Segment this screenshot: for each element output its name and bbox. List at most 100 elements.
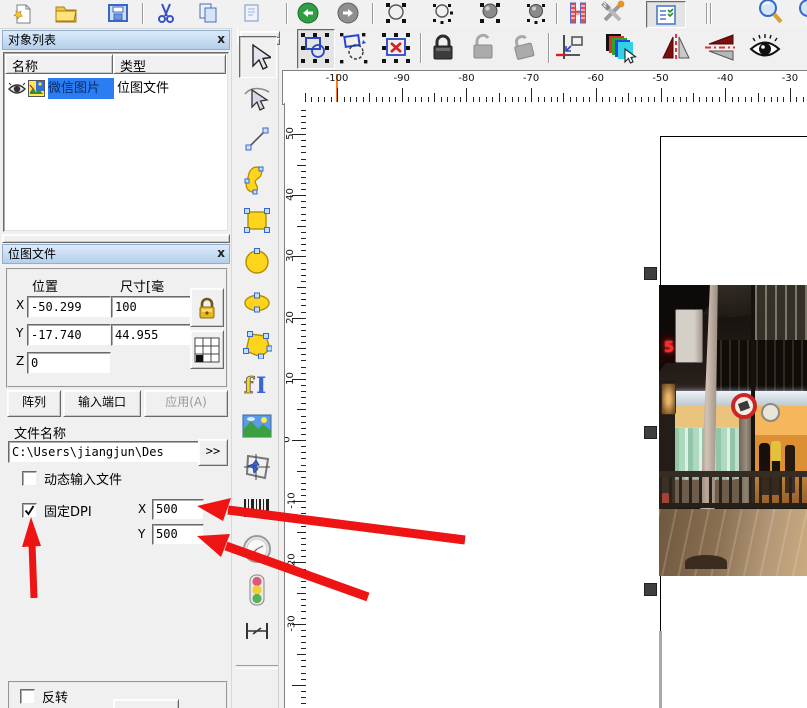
column-header-name[interactable]: 名称	[5, 54, 113, 74]
selection-handle-top-left[interactable]	[644, 267, 657, 280]
select-mode-button[interactable]	[297, 29, 335, 69]
photo-fence-bars	[659, 477, 807, 505]
cut-button[interactable]	[148, 0, 184, 32]
input-port-button[interactable]: 输入端口	[63, 390, 141, 417]
ellipse-tool-button[interactable]	[239, 283, 275, 323]
lock-ratio-button[interactable]	[190, 288, 224, 327]
polygon-tool-button[interactable]	[239, 324, 275, 364]
ellipse-tool-icon	[242, 292, 272, 314]
mirror-vertical-button[interactable]	[702, 29, 738, 67]
new-document-button[interactable]	[4, 0, 40, 32]
main-toolbar	[0, 0, 807, 29]
circle-tool-button[interactable]	[239, 242, 275, 282]
bitmap-panel-close-icon[interactable]: x	[217, 246, 225, 260]
unlock-all-button[interactable]	[505, 29, 541, 67]
line-tool-icon	[244, 126, 270, 152]
object-list-toggle-icon	[655, 4, 677, 26]
zoom-partial-icon	[795, 0, 807, 27]
v-ruler-label: 0	[284, 436, 293, 442]
photo-electric-box	[675, 309, 703, 363]
page-border-left-lower	[659, 631, 662, 708]
toolbar-separator	[420, 33, 421, 63]
barcode-tool-button[interactable]	[239, 488, 275, 528]
node-outline-dots-icon	[429, 0, 455, 26]
open-folder-button[interactable]	[48, 0, 84, 32]
dpi-y-field[interactable]: 500	[152, 524, 204, 545]
text-tool-button[interactable]: fI	[239, 365, 275, 405]
edit-toolbar	[236, 28, 807, 69]
bitmap-panel-titlebar[interactable]: 位图文件 x	[2, 244, 230, 264]
object-list-close-icon[interactable]: x	[217, 32, 225, 46]
polygon-tool-icon	[242, 329, 272, 359]
rotate-mode-button[interactable]	[336, 29, 372, 67]
save-button[interactable]	[100, 0, 136, 32]
node-edit-tool-button[interactable]	[239, 78, 275, 118]
preview-eye-icon	[748, 31, 782, 65]
svg-text:f: f	[244, 373, 255, 399]
preview-eye-button[interactable]	[747, 29, 783, 67]
dimension-tool-button[interactable]	[239, 611, 275, 651]
anchor-point-button[interactable]	[190, 330, 224, 369]
dpi-x-field[interactable]: 500	[152, 499, 204, 520]
panel-splitter[interactable]	[2, 234, 230, 243]
object-list[interactable]: 名称 类型 微信图片 位图文件	[3, 52, 229, 232]
mirror-horizontal-button[interactable]	[658, 29, 694, 67]
object-list-titlebar[interactable]: 对象列表 x	[2, 30, 230, 50]
v-ruler: 50403020100-10-20-30	[284, 103, 308, 708]
invert-partial-button[interactable]	[113, 699, 179, 708]
stripe-h-icon	[565, 0, 591, 26]
select-tool-button[interactable]	[239, 36, 277, 78]
dynamic-input-checkbox[interactable]	[22, 471, 37, 486]
copy-button[interactable]	[190, 0, 226, 32]
x-position-field[interactable]: -50.299	[27, 296, 111, 318]
dpi-x-label: X	[138, 502, 146, 516]
object-name-selected[interactable]: 微信图片	[48, 78, 114, 99]
invert-label: 反转	[42, 687, 68, 706]
traffic-light-tool-button[interactable]	[239, 570, 275, 610]
transform-tool-button[interactable]	[239, 447, 275, 487]
browse-button[interactable]: >>	[198, 439, 228, 466]
invert-checkbox[interactable]	[20, 689, 35, 704]
transform-tool-icon	[242, 452, 272, 482]
image-tool-button[interactable]	[239, 406, 275, 446]
canvas[interactable]: 5	[307, 103, 807, 708]
lock-icon	[428, 32, 458, 64]
move-origin-button[interactable]	[553, 29, 589, 67]
clock-tool-button[interactable]	[239, 529, 275, 569]
filename-field[interactable]: C:\Users\jiangjun\Des	[8, 441, 202, 463]
y-position-field[interactable]: -17.740	[27, 324, 111, 346]
layer-order-button[interactable]	[602, 29, 638, 67]
photo-lantern	[661, 383, 676, 415]
skew-mode-button[interactable]	[378, 29, 414, 67]
toolbar-separator	[706, 3, 707, 24]
selection-handle-bottom-left[interactable]	[644, 583, 657, 596]
bitmap-thumbnail-icon	[28, 80, 45, 97]
object-list-toggle-button[interactable]	[646, 1, 686, 28]
lock-button[interactable]	[425, 29, 461, 67]
toolbar-separator	[548, 33, 549, 63]
line-tool-button[interactable]	[239, 119, 275, 159]
array-button[interactable]: 阵列	[7, 390, 61, 417]
bitmap-image-object[interactable]: 5	[659, 285, 807, 576]
y-size-field[interactable]: 44.955	[111, 324, 191, 346]
move-origin-icon	[554, 31, 588, 65]
selection-handle-mid-left[interactable]	[644, 426, 657, 439]
column-header-type[interactable]: 类型	[113, 54, 226, 74]
zoom-partial-button[interactable]	[792, 0, 807, 31]
z-position-field[interactable]: 0	[27, 352, 111, 374]
photo-pole-base	[685, 555, 727, 569]
apply-button[interactable]: 应用(A)	[144, 390, 228, 417]
cut-icon	[154, 1, 178, 25]
h-ruler-label: -100	[326, 73, 349, 84]
fixed-dpi-checkbox[interactable]	[22, 503, 37, 518]
freehand-tool-button[interactable]	[239, 160, 275, 200]
application-window: 对象列表 x 名称 类型 微信图片 位图文件 位图文件 x 位置 尺寸[毫 X …	[0, 0, 807, 708]
visibility-eye-icon[interactable]	[8, 82, 26, 96]
unlock-button[interactable]	[465, 29, 501, 67]
zoom-button[interactable]	[752, 0, 788, 31]
select-mode-icon	[298, 30, 332, 66]
x-size-field[interactable]: 100	[111, 296, 191, 318]
rectangle-tool-button[interactable]	[239, 201, 275, 241]
object-row[interactable]: 微信图片 位图文件	[5, 77, 226, 101]
toolbar-separator	[142, 3, 143, 24]
